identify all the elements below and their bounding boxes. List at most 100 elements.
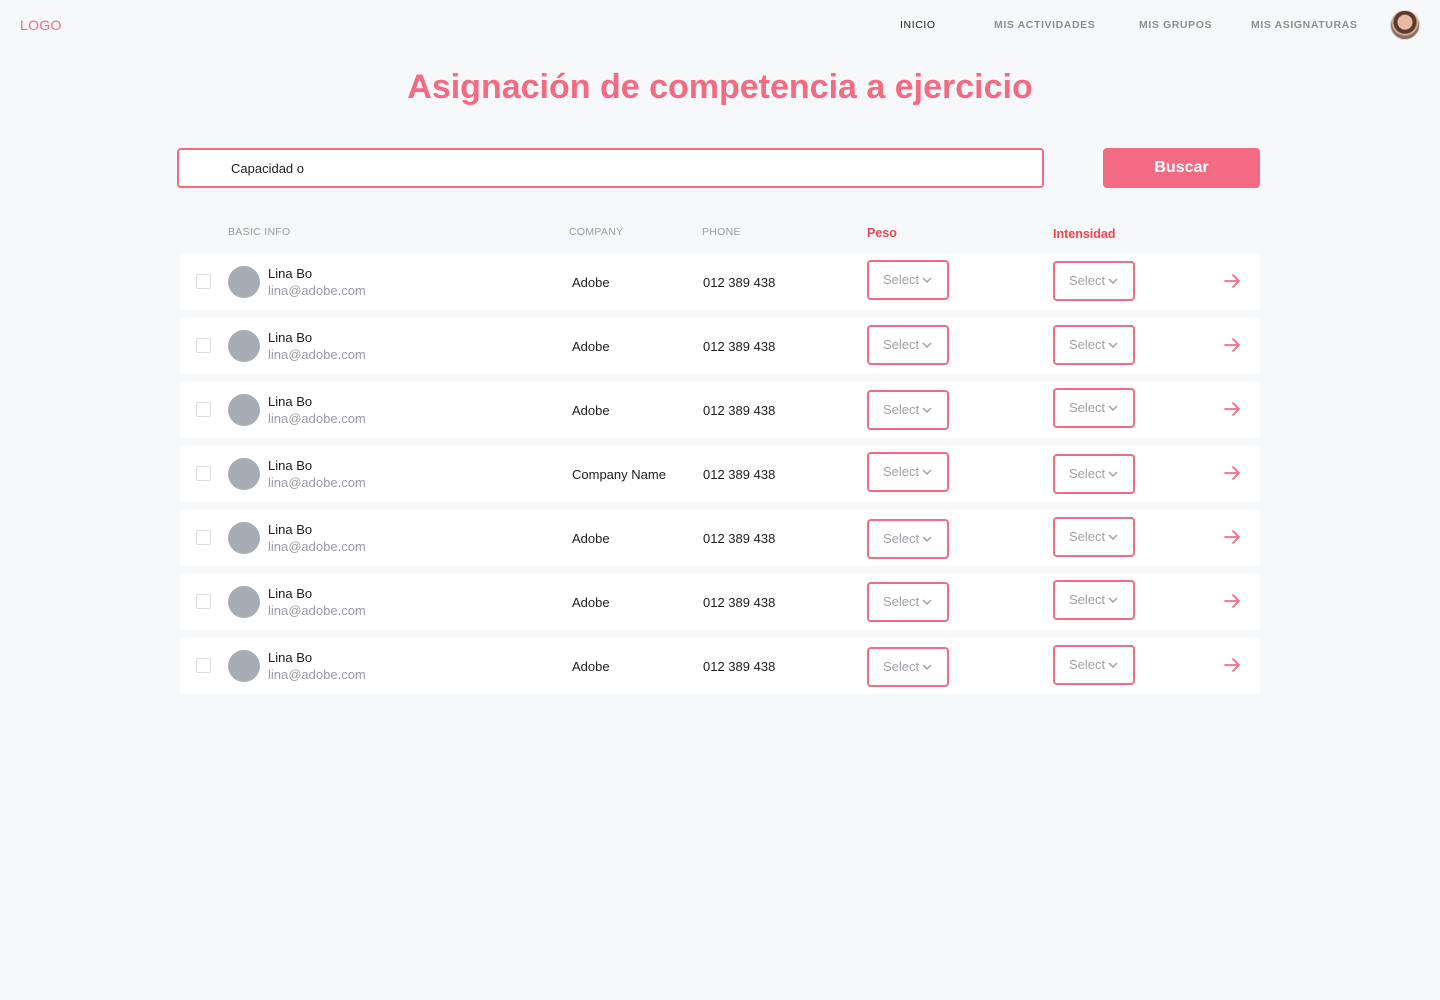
phone-number: 012 389 438 bbox=[703, 403, 776, 418]
row-checkbox[interactable] bbox=[196, 466, 211, 481]
company-name: Adobe bbox=[572, 275, 610, 290]
phone-number: 012 389 438 bbox=[703, 595, 776, 610]
nav-item-mis-actividades[interactable]: MIS ACTIVIDADES bbox=[994, 19, 1095, 31]
select-placeholder: Select bbox=[883, 337, 920, 352]
company-name: Adobe bbox=[572, 531, 610, 546]
intensidad-select[interactable]: Select bbox=[1053, 517, 1135, 557]
arrow-right-icon[interactable] bbox=[1222, 271, 1242, 291]
nav-item-inicio[interactable]: INICIO bbox=[900, 19, 936, 31]
row-checkbox[interactable] bbox=[196, 274, 211, 289]
intensidad-select[interactable]: Select bbox=[1053, 645, 1135, 685]
arrow-right-icon[interactable] bbox=[1222, 335, 1242, 355]
intensidad-select[interactable]: Select bbox=[1053, 388, 1135, 428]
nav-item-mis-asignaturas[interactable]: MIS ASIGNATURAS bbox=[1251, 19, 1357, 31]
table-row: Lina Bo lina@adobe.com Company Name 012 389… bbox=[180, 446, 1260, 502]
phone-number: 012 389 438 bbox=[703, 339, 776, 354]
chevron-down-icon bbox=[922, 277, 932, 284]
row-checkbox[interactable] bbox=[196, 658, 211, 673]
select-placeholder: Select bbox=[1069, 529, 1106, 544]
page-title: Asignación de competencia a ejercicio bbox=[407, 68, 1033, 106]
avatar bbox=[228, 330, 260, 362]
avatar bbox=[228, 586, 260, 618]
peso-select[interactable]: Select bbox=[867, 390, 949, 430]
avatar bbox=[228, 650, 260, 682]
contact-name: Lina Bo bbox=[268, 522, 313, 537]
select-placeholder: Select bbox=[1069, 657, 1106, 672]
select-placeholder: Select bbox=[1069, 466, 1106, 481]
chevron-down-icon bbox=[922, 407, 932, 414]
contact-email: lina@adobe.com bbox=[268, 283, 366, 298]
column-header-company: COMPANY bbox=[569, 226, 624, 238]
peso-select[interactable]: Select bbox=[867, 647, 949, 687]
contact-name: Lina Bo bbox=[268, 650, 313, 665]
peso-select[interactable]: Select bbox=[867, 452, 949, 492]
row-checkbox[interactable] bbox=[196, 402, 211, 417]
chevron-down-icon bbox=[922, 664, 932, 671]
select-placeholder: Select bbox=[1069, 592, 1106, 607]
column-header-phone: PHONE bbox=[702, 226, 741, 238]
chevron-down-icon bbox=[922, 536, 932, 543]
intensidad-select[interactable]: Select bbox=[1053, 454, 1135, 494]
select-placeholder: Select bbox=[1069, 400, 1106, 415]
column-header-intensidad: Intensidad bbox=[1053, 227, 1116, 241]
intensidad-select[interactable]: Select bbox=[1053, 325, 1135, 365]
avatar bbox=[228, 266, 260, 298]
peso-select[interactable]: Select bbox=[867, 519, 949, 559]
table-row: Lina Bo lina@adobe.com Adobe 012 389 438 Sel… bbox=[180, 382, 1260, 438]
chevron-down-icon bbox=[1108, 471, 1118, 478]
chevron-down-icon bbox=[1108, 278, 1118, 285]
chevron-down-icon bbox=[1108, 597, 1118, 604]
company-name: Company Name bbox=[572, 467, 666, 482]
chevron-down-icon bbox=[1108, 534, 1118, 541]
contact-name: Lina Bo bbox=[268, 394, 313, 409]
select-placeholder: Select bbox=[1069, 337, 1106, 352]
arrow-right-icon[interactable] bbox=[1222, 463, 1242, 483]
arrow-right-icon[interactable] bbox=[1222, 527, 1242, 547]
row-checkbox[interactable] bbox=[196, 338, 211, 353]
column-header-basic-info: BASIC INFO bbox=[228, 226, 291, 238]
contact-email: lina@adobe.com bbox=[268, 347, 366, 362]
contact-name: Lina Bo bbox=[268, 266, 313, 281]
contact-email: lina@adobe.com bbox=[268, 603, 366, 618]
contact-email: lina@adobe.com bbox=[268, 475, 366, 490]
table-row: Lina Bo lina@adobe.com Adobe 012 389 438 Sel… bbox=[180, 638, 1260, 694]
table-body: Lina Bo lina@adobe.com Adobe 012 389 438 Sel… bbox=[180, 254, 1260, 702]
row-checkbox[interactable] bbox=[196, 594, 211, 609]
arrow-right-icon[interactable] bbox=[1222, 591, 1242, 611]
top-navigation: LOGO INICIO MIS ACTIVIDADES MIS GRUPOS M… bbox=[0, 0, 1440, 50]
phone-number: 012 389 438 bbox=[703, 275, 776, 290]
select-placeholder: Select bbox=[883, 272, 920, 287]
user-avatar[interactable] bbox=[1390, 10, 1420, 40]
table-row: Lina Bo lina@adobe.com Adobe 012 389 438 Sel… bbox=[180, 318, 1260, 374]
select-placeholder: Select bbox=[883, 402, 920, 417]
company-name: Adobe bbox=[572, 659, 610, 674]
intensidad-select[interactable]: Select bbox=[1053, 580, 1135, 620]
column-header-peso: Peso bbox=[867, 226, 897, 240]
contact-email: lina@adobe.com bbox=[268, 667, 366, 682]
arrow-right-icon[interactable] bbox=[1222, 655, 1242, 675]
logo[interactable]: LOGO bbox=[20, 17, 62, 33]
chevron-down-icon bbox=[1108, 342, 1118, 349]
contact-name: Lina Bo bbox=[268, 586, 313, 601]
table-row: Lina Bo lina@adobe.com Adobe 012 389 438 Sel… bbox=[180, 510, 1260, 566]
row-checkbox[interactable] bbox=[196, 530, 211, 545]
contact-email: lina@adobe.com bbox=[268, 411, 366, 426]
table-row: Lina Bo lina@adobe.com Adobe 012 389 438 Sel… bbox=[180, 574, 1260, 630]
peso-select[interactable]: Select bbox=[867, 582, 949, 622]
nav-item-mis-grupos[interactable]: MIS GRUPOS bbox=[1139, 19, 1212, 31]
peso-select[interactable]: Select bbox=[867, 260, 949, 300]
select-placeholder: Select bbox=[1069, 273, 1106, 288]
search-button[interactable]: Buscar bbox=[1103, 148, 1260, 188]
select-placeholder: Select bbox=[883, 659, 920, 674]
chevron-down-icon bbox=[922, 342, 932, 349]
peso-select[interactable]: Select bbox=[867, 325, 949, 365]
search-input[interactable] bbox=[177, 148, 1044, 188]
contact-name: Lina Bo bbox=[268, 330, 313, 345]
intensidad-select[interactable]: Select bbox=[1053, 261, 1135, 301]
chevron-down-icon bbox=[1108, 405, 1118, 412]
arrow-right-icon[interactable] bbox=[1222, 399, 1242, 419]
chevron-down-icon bbox=[922, 469, 932, 476]
phone-number: 012 389 438 bbox=[703, 659, 776, 674]
table-row: Lina Bo lina@adobe.com Adobe 012 389 438 Sel… bbox=[180, 254, 1260, 310]
company-name: Adobe bbox=[572, 595, 610, 610]
